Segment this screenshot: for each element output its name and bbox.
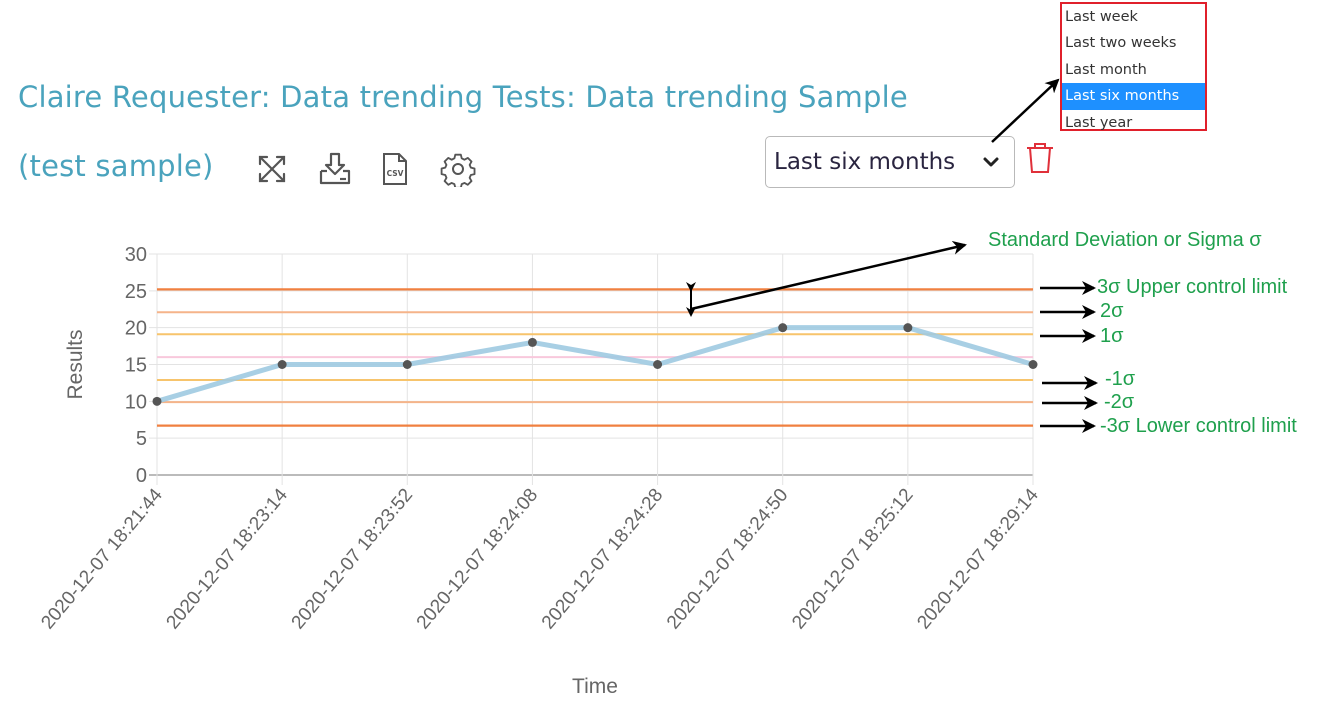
arrow-to-sigma-label: [690, 240, 967, 311]
arrow-to-dropdown: [991, 78, 1060, 143]
annotation-arrows: [686, 78, 1098, 433]
